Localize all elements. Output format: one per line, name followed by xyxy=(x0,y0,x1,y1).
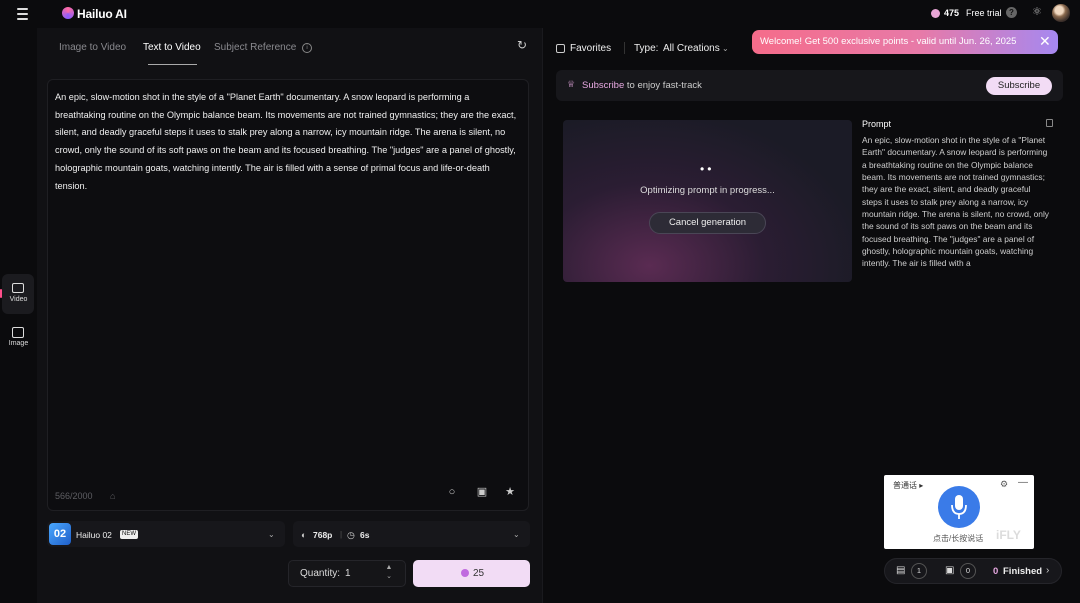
logo-icon xyxy=(62,7,74,19)
generation-prompt-text: An epic, slow-motion shot in the style o… xyxy=(862,135,1049,269)
image-task-icon: ▣ xyxy=(945,565,955,576)
new-badge: NEW xyxy=(120,530,138,539)
voice-hint: 点击/长按说话 xyxy=(933,534,984,543)
stepper-arrows-icon[interactable]: ▲ ⌄ xyxy=(384,563,394,581)
subscribe-highlight[interactable]: Subscribe xyxy=(582,80,624,91)
model-thumbnail: 02 xyxy=(49,523,71,545)
prompt-title: Prompt xyxy=(862,119,892,129)
rail-item-video-label: Video xyxy=(9,296,28,303)
info-icon[interactable]: i xyxy=(302,43,312,53)
close-icon[interactable]: ✕ xyxy=(1039,33,1051,49)
tab-subject-reference[interactable]: Subject Reference xyxy=(214,42,296,53)
top-bar xyxy=(0,0,1080,28)
image-icon[interactable] xyxy=(12,327,24,338)
language-select[interactable]: 普通话 ▸ xyxy=(893,480,923,491)
points-icon xyxy=(461,569,469,577)
magic-icon[interactable]: ★ xyxy=(504,486,516,498)
queue-count: 1 xyxy=(911,563,927,579)
separator: | xyxy=(340,530,343,539)
char-count: 566/2000 xyxy=(55,491,93,501)
avatar[interactable] xyxy=(1052,4,1070,22)
minimize-icon[interactable]: — xyxy=(1018,477,1028,488)
crown-icon: ♕ xyxy=(567,79,576,89)
loading-dots-icon: •• xyxy=(700,162,715,176)
finished-count: 0 xyxy=(993,566,999,577)
type-label: Type: xyxy=(634,43,659,54)
copy-icon[interactable] xyxy=(1046,119,1053,127)
tab-image-to-video[interactable]: Image to Video xyxy=(59,42,126,53)
gear-icon[interactable]: ⚙ xyxy=(1000,479,1008,490)
points-icon xyxy=(931,9,940,18)
menu-icon[interactable] xyxy=(17,8,28,20)
panel-divider xyxy=(542,28,543,603)
toast-text: Welcome! Get 500 exclusive points - vali… xyxy=(760,36,1017,47)
points-count[interactable]: 475 xyxy=(944,8,959,18)
chevron-right-icon[interactable]: › xyxy=(1046,565,1049,576)
active-tab-underline xyxy=(148,64,197,65)
cancel-generation-button[interactable]: Cancel generation xyxy=(649,212,766,234)
subscribe-text-rest: to enjoy fast-track xyxy=(624,80,702,91)
image-count: 0 xyxy=(960,563,976,579)
microphone-icon xyxy=(951,495,967,519)
language-label[interactable]: 普通话 xyxy=(893,481,917,490)
home-icon[interactable]: ⌂ xyxy=(110,491,115,501)
chevron-down-icon[interactable]: ⌄ xyxy=(513,530,520,539)
generate-button[interactable] xyxy=(413,560,530,587)
quantity-value[interactable]: 1 xyxy=(345,568,351,579)
gift-icon[interactable]: ⚛ xyxy=(1032,6,1044,18)
prompt-text[interactable]: An epic, slow-motion shot in the style o… xyxy=(55,89,517,195)
generate-cost[interactable]: 25 xyxy=(473,568,484,579)
model-name: Hailuo 02 xyxy=(76,530,112,540)
generation-card xyxy=(563,120,852,282)
refresh-icon[interactable]: ↻ xyxy=(517,39,528,51)
duration-value: 6s xyxy=(360,530,370,540)
finished-label[interactable]: Finished xyxy=(1003,566,1042,577)
chevron-down-icon[interactable]: ⌄ xyxy=(268,530,275,539)
gallery-icon[interactable]: ▣ xyxy=(476,486,488,498)
rail-item-video[interactable] xyxy=(2,274,34,314)
favorites-checkbox[interactable] xyxy=(556,44,565,53)
chevron-down-icon[interactable]: ⌄ xyxy=(722,44,729,53)
favorites-label[interactable]: Favorites xyxy=(570,43,611,54)
resolution-icon: ◐ xyxy=(301,530,307,540)
help-icon[interactable]: ? xyxy=(1006,7,1017,18)
filter-divider xyxy=(624,42,625,54)
generation-status: Optimizing prompt in progress... xyxy=(640,185,775,196)
left-rail xyxy=(0,28,37,603)
subscribe-button[interactable]: Subscribe xyxy=(986,77,1052,95)
quantity-label: Quantity: xyxy=(300,568,341,579)
logo-text[interactable]: Hailuo AI xyxy=(77,7,127,21)
video-task-icon: ▤ xyxy=(896,565,906,576)
tab-text-to-video[interactable]: Text to Video xyxy=(143,42,201,53)
clock-icon: ◷ xyxy=(347,530,355,540)
type-filter-select[interactable]: All Creations xyxy=(663,43,720,54)
resolution-value: 768p xyxy=(313,530,333,540)
video-icon xyxy=(12,283,24,293)
rail-item-image-label[interactable]: Image xyxy=(0,340,37,347)
ifly-logo: iFLY xyxy=(996,528,1021,542)
subscribe-text: Subscribe to enjoy fast-track xyxy=(582,80,702,91)
free-trial-link[interactable]: Free trial xyxy=(966,8,1002,18)
lightbulb-icon[interactable]: ○ xyxy=(446,486,458,498)
